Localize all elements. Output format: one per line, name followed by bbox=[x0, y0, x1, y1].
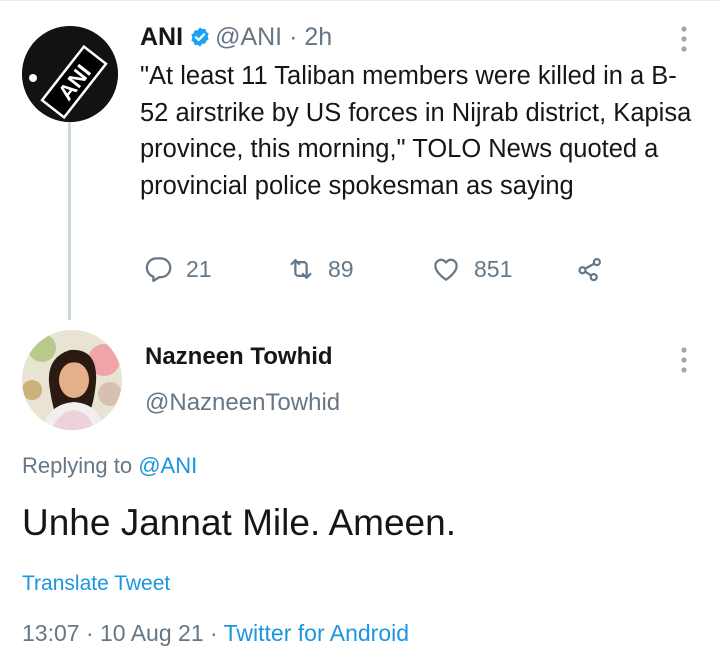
reply-tweet-text: Unhe Jannat Mile. Ameen. bbox=[22, 502, 456, 543]
replying-mention-link[interactable]: @ANI bbox=[138, 453, 197, 478]
retweet-icon bbox=[286, 254, 316, 284]
more-vertical-icon[interactable] bbox=[679, 24, 689, 54]
like-button[interactable]: 851 bbox=[430, 252, 512, 286]
author-handle[interactable]: @ANI bbox=[215, 23, 282, 51]
heart-icon bbox=[430, 254, 462, 284]
user-avatar[interactable] bbox=[22, 330, 122, 430]
profile-photo bbox=[22, 330, 122, 430]
reply-count: 21 bbox=[186, 255, 212, 282]
retweet-count: 89 bbox=[328, 255, 354, 282]
tweet-time[interactable]: 13:07 bbox=[22, 620, 80, 646]
tweet-timestamp[interactable]: 2h bbox=[304, 23, 332, 51]
original-tweet-header: ANI @ANI · 2h bbox=[140, 22, 332, 52]
reply-icon bbox=[144, 254, 174, 284]
like-count: 851 bbox=[474, 255, 513, 282]
author-name[interactable]: ANI bbox=[140, 23, 183, 51]
more-vertical-icon[interactable] bbox=[679, 345, 689, 375]
reply-author-handle[interactable]: @NazneenTowhid bbox=[145, 388, 340, 418]
thread-connector-line bbox=[68, 120, 71, 320]
original-tweet-text: "At least 11 Taliban members were killed… bbox=[140, 62, 692, 200]
tweet-date[interactable]: 10 Aug 21 bbox=[100, 620, 204, 646]
share-button[interactable] bbox=[574, 252, 606, 286]
verified-badge-icon bbox=[189, 25, 211, 47]
share-icon bbox=[574, 254, 606, 284]
ani-logo-icon: ANI bbox=[22, 26, 118, 122]
ani-avatar[interactable]: ANI bbox=[22, 26, 118, 122]
replying-prefix: Replying to bbox=[22, 453, 133, 478]
top-divider bbox=[0, 0, 720, 1]
translate-tweet-link[interactable]: Translate Tweet bbox=[22, 571, 170, 597]
reply-button[interactable]: 21 bbox=[144, 252, 212, 286]
tweet-source-link[interactable]: Twitter for Android bbox=[224, 620, 409, 646]
reply-author-name[interactable]: Nazneen Towhid bbox=[145, 342, 333, 372]
replying-to: Replying to @ANI bbox=[22, 452, 197, 480]
tweet-meta: 13:07 · 10 Aug 21 · Twitter for Android bbox=[22, 620, 410, 646]
retweet-button[interactable]: 89 bbox=[286, 252, 354, 286]
